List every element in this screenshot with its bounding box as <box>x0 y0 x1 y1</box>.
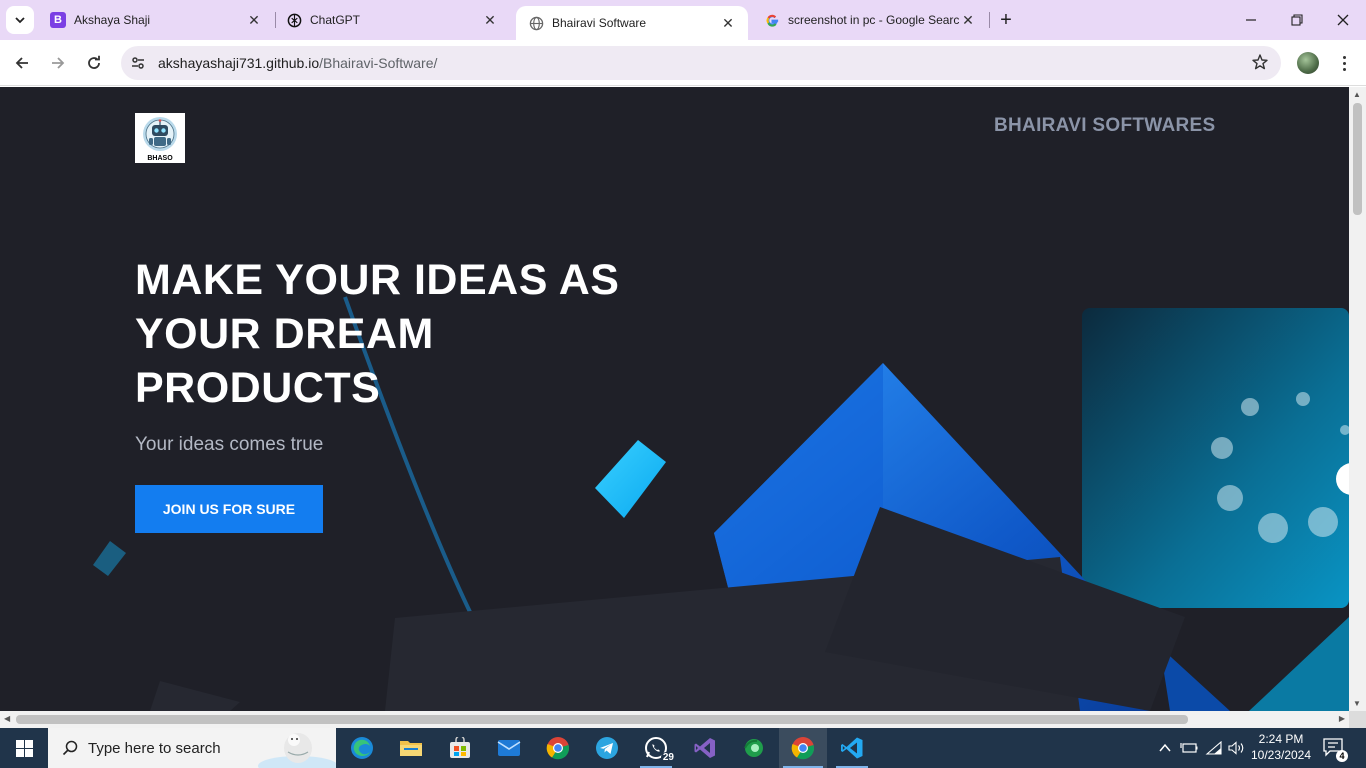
tab-title: Bhairavi Software <box>552 16 647 30</box>
site-settings-icon[interactable] <box>124 49 152 77</box>
chevron-down-icon <box>15 17 25 24</box>
brand-name[interactable]: BHAIRAVI SOFTWARES <box>994 115 1215 137</box>
close-tab-icon[interactable]: ✕ <box>720 15 736 31</box>
green-app-icon[interactable] <box>730 728 778 768</box>
restore-button[interactable] <box>1274 0 1320 40</box>
page-viewport: BHASO BHAIRAVI SOFTWARES MAKE YOUR IDEAS… <box>0 87 1349 711</box>
minimize-button[interactable] <box>1228 0 1274 40</box>
scrollbar-corner <box>1349 711 1366 728</box>
close-icon <box>1337 14 1349 26</box>
scroll-left-icon[interactable]: ◀ <box>4 714 10 723</box>
whatsapp-icon[interactable]: 29 <box>632 728 680 768</box>
arrow-left-icon <box>15 57 28 69</box>
search-icon <box>62 740 78 756</box>
tab-separator <box>989 12 990 28</box>
url-host: akshayashaji731.github.io <box>158 55 320 71</box>
clock-time: 2:24 PM <box>1258 732 1304 746</box>
reload-icon <box>88 55 100 69</box>
new-tab-button[interactable]: + <box>994 8 1018 32</box>
globe-icon <box>528 15 544 31</box>
logo[interactable]: BHASO <box>135 113 185 163</box>
bookmark-star-icon[interactable] <box>1251 53 1269 76</box>
hero-subtitle: Your ideas comes true <box>135 434 324 455</box>
google-icon <box>764 12 780 28</box>
vertical-scrollbar[interactable]: ▲ ▼ <box>1349 87 1366 711</box>
file-explorer-icon[interactable] <box>387 728 435 768</box>
windows-taskbar: Type here to search 29 2:24 PM 10/23/202… <box>0 728 1366 768</box>
minimize-icon <box>1246 19 1256 21</box>
windows-logo-icon <box>15 739 33 757</box>
vertical-scroll-thumb[interactable] <box>1353 103 1362 215</box>
notification-count: 4 <box>1336 750 1348 762</box>
vscode-icon[interactable] <box>828 728 876 768</box>
start-button[interactable] <box>0 728 48 768</box>
visual-studio-icon[interactable] <box>681 728 729 768</box>
chrome-icon[interactable] <box>534 728 582 768</box>
search-highlight-illustration <box>258 733 336 768</box>
tab-google-search[interactable]: screenshot in pc - Google Search ✕ <box>752 0 988 40</box>
forward-button[interactable] <box>44 49 72 77</box>
notification-center-button[interactable]: 4 <box>1322 736 1348 762</box>
tab-title: ChatGPT <box>310 13 361 27</box>
openai-icon <box>286 12 302 28</box>
tab-title: screenshot in pc - Google Search <box>788 13 960 27</box>
restore-icon <box>1291 14 1303 26</box>
small-shard <box>93 541 126 576</box>
hero-title: MAKE YOUR IDEAS AS YOUR DREAM PRODUCTS <box>135 256 620 412</box>
profile-avatar[interactable] <box>1297 52 1319 74</box>
scroll-right-icon[interactable]: ▶ <box>1339 714 1345 723</box>
show-hidden-icons[interactable] <box>1156 728 1174 768</box>
scroll-down-icon[interactable]: ▼ <box>1353 699 1361 708</box>
reload-button[interactable] <box>80 49 108 77</box>
teal-panel <box>1082 308 1349 608</box>
browser-toolbar: akshayashaji731.github.io/Bhairavi-Softw… <box>0 40 1366 86</box>
search-placeholder: Type here to search <box>88 739 221 757</box>
wifi-icon[interactable] <box>1203 728 1225 768</box>
scroll-up-icon[interactable]: ▲ <box>1353 90 1361 99</box>
browser-menu-icon[interactable] <box>1334 52 1354 74</box>
url-path: /Bhairavi-Software/ <box>319 55 438 71</box>
taskbar-clock[interactable]: 2:24 PM 10/23/2024 <box>1244 731 1318 763</box>
join-us-button[interactable]: JOIN US FOR SURE <box>135 485 323 533</box>
chrome-active-icon[interactable] <box>779 728 827 768</box>
address-bar[interactable]: akshayashaji731.github.io/Bhairavi-Softw… <box>121 46 1281 80</box>
mail-icon[interactable] <box>485 728 533 768</box>
edge-icon[interactable] <box>338 728 386 768</box>
close-tab-icon[interactable]: ✕ <box>960 12 976 28</box>
telegram-icon[interactable] <box>583 728 631 768</box>
logo-text: BHASO <box>147 155 173 162</box>
tab-bhairavi-software[interactable]: Bhairavi Software ✕ <box>516 6 748 40</box>
taskbar-search[interactable]: Type here to search <box>48 728 336 768</box>
teal-corner <box>1249 617 1349 711</box>
cyan-shard <box>595 440 666 518</box>
arrow-right-icon <box>52 57 65 69</box>
close-tab-icon[interactable]: ✕ <box>246 12 262 28</box>
url-text: akshayashaji731.github.io/Bhairavi-Softw… <box>158 55 437 71</box>
clock-date: 10/23/2024 <box>1250 748 1312 762</box>
tab-strip: B Akshaya Shaji ✕ ChatGPT ✕ Bhairavi Sof… <box>0 0 1366 40</box>
back-button[interactable] <box>8 49 36 77</box>
tab-chatgpt[interactable]: ChatGPT ✕ <box>274 0 510 40</box>
horizontal-scroll-thumb[interactable] <box>16 715 1188 724</box>
whatsapp-badge: 29 <box>660 752 676 763</box>
close-window-button[interactable] <box>1320 0 1366 40</box>
horizontal-scrollbar[interactable]: ◀ ▶ <box>0 711 1349 728</box>
tab-search-button[interactable] <box>6 6 34 34</box>
microsoft-store-icon[interactable] <box>436 728 484 768</box>
chevron-up-icon <box>1159 743 1171 752</box>
tab-title: Akshaya Shaji <box>74 13 151 27</box>
battery-icon[interactable] <box>1178 728 1200 768</box>
close-tab-icon[interactable]: ✕ <box>482 12 498 28</box>
tab-favicon-b-icon: B <box>50 12 66 28</box>
tab-akshaya[interactable]: B Akshaya Shaji ✕ <box>38 0 274 40</box>
